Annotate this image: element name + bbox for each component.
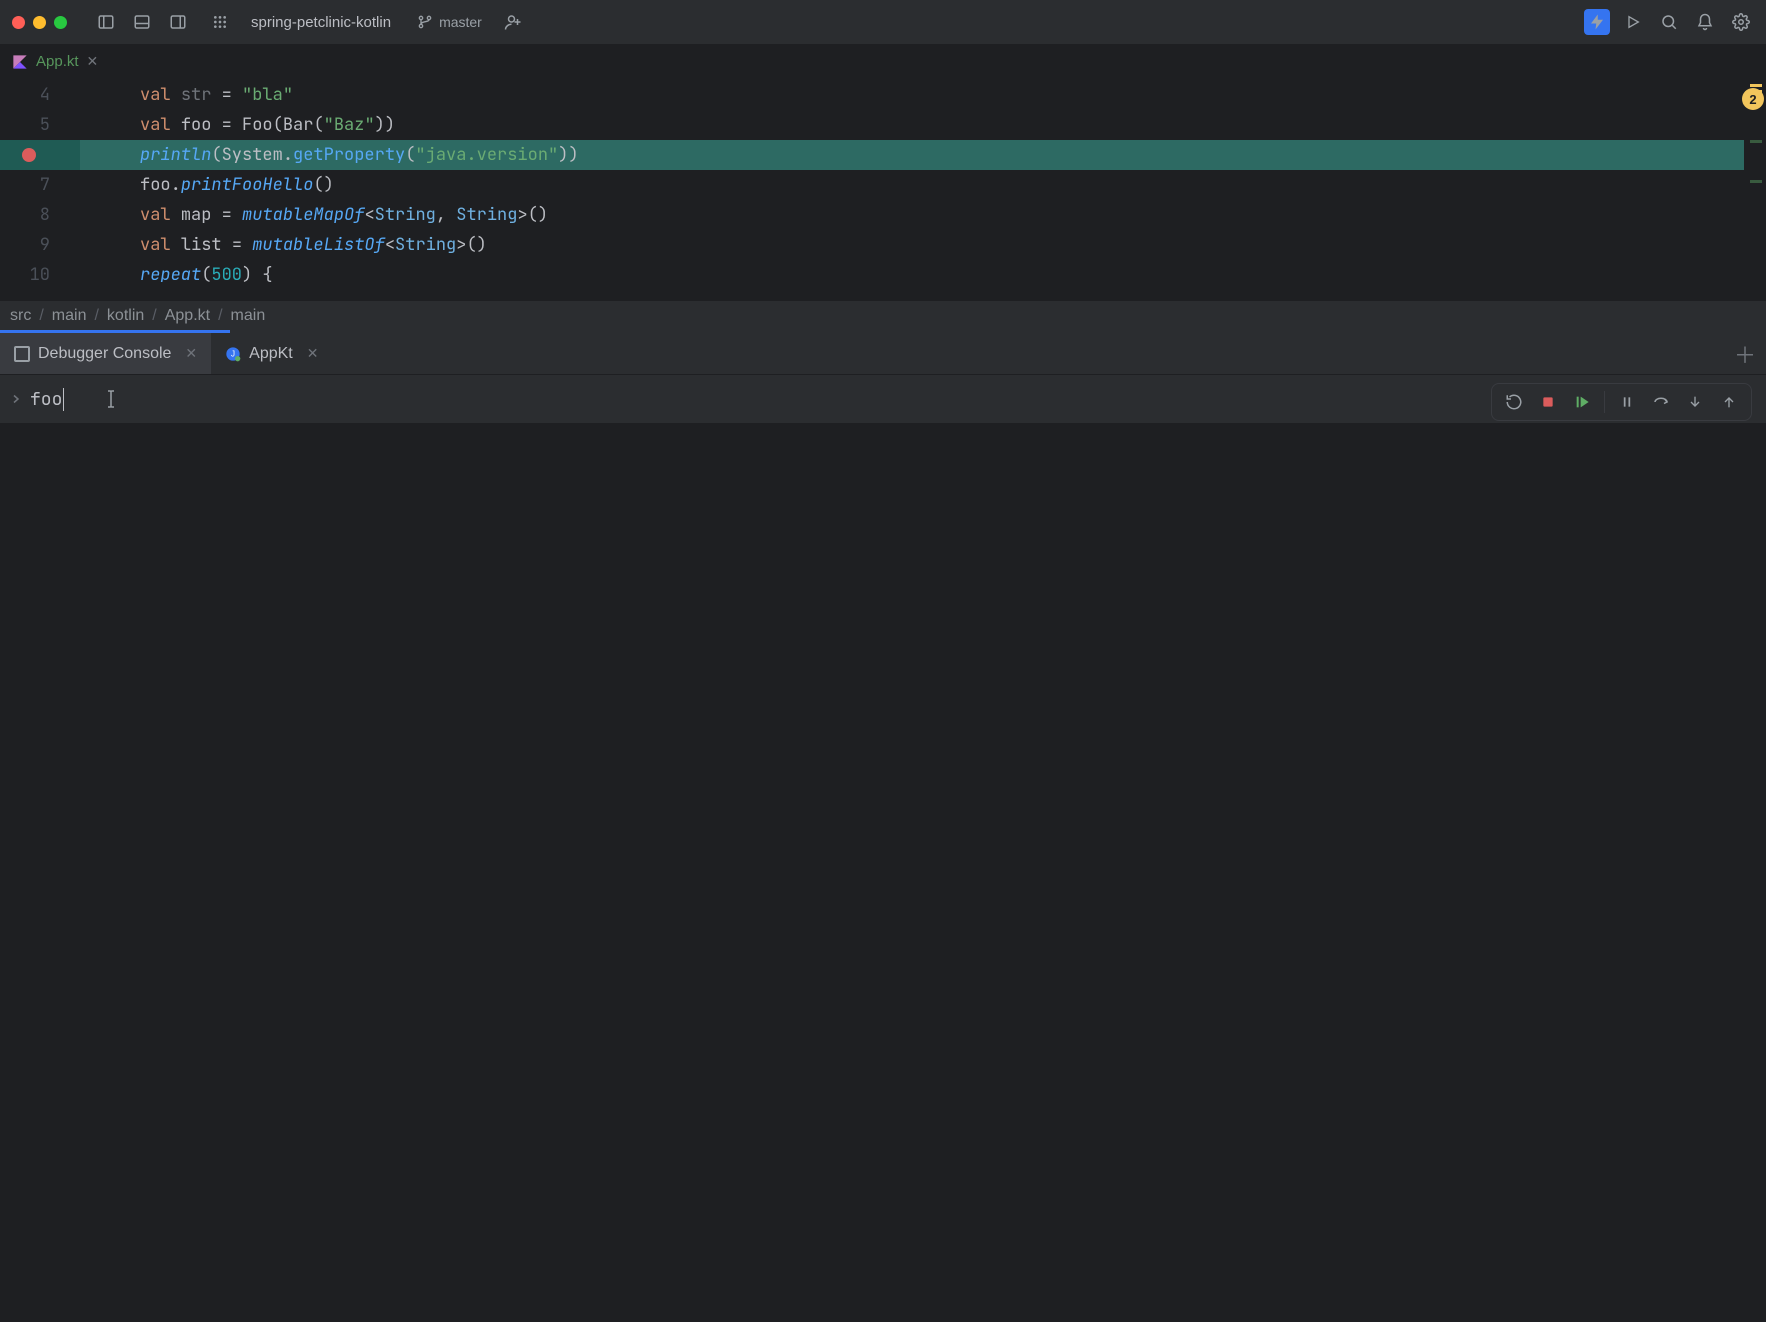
editor-tab-app-kt[interactable]: App.kt ✕ — [0, 44, 111, 79]
breadcrumb-separator: / — [152, 307, 156, 325]
code-line[interactable]: val str = "bla" — [80, 80, 1744, 110]
console-input-text[interactable]: foo — [30, 388, 64, 411]
breadcrumb-separator: / — [218, 307, 222, 325]
run-icon[interactable] — [1620, 9, 1646, 35]
maximize-window-button[interactable] — [54, 16, 67, 29]
breadcrumb-item[interactable]: main — [52, 307, 87, 325]
step-into-button[interactable] — [1681, 388, 1709, 416]
stripe-marker[interactable] — [1750, 140, 1762, 143]
stripe-marker[interactable] — [1750, 84, 1762, 87]
console-prompt-icon — [10, 393, 22, 405]
line-number[interactable]: 8 — [0, 200, 80, 230]
panel-right-toggle-icon[interactable] — [165, 9, 191, 35]
error-stripe[interactable]: 2 — [1746, 80, 1766, 300]
line-number[interactable]: 10 — [0, 260, 80, 290]
code-line[interactable]: val list = mutableListOf<String>() — [80, 230, 1744, 260]
stripe-marker[interactable] — [1750, 180, 1762, 183]
gutter[interactable]: 45 78910 — [0, 80, 80, 290]
panel-tab-label: Debugger Console — [38, 345, 171, 363]
breadcrumb-separator: / — [94, 307, 98, 325]
project-name[interactable]: spring-petclinic-kotlin — [243, 14, 399, 31]
step-over-button[interactable] — [1647, 388, 1675, 416]
window-controls — [12, 16, 67, 29]
tab-appkt[interactable]: J AppKt ✕ — [211, 333, 332, 374]
close-window-button[interactable] — [12, 16, 25, 29]
breakpoint-gutter[interactable] — [0, 140, 80, 170]
debug-toolbar — [1491, 383, 1752, 421]
rerun-button[interactable] — [1500, 388, 1528, 416]
line-number[interactable]: 5 — [0, 110, 80, 140]
svg-text:J: J — [231, 349, 235, 358]
java-class-icon: J — [225, 346, 241, 362]
text-cursor-icon — [104, 388, 118, 410]
console-output-area[interactable] — [0, 423, 1766, 1322]
settings-icon[interactable] — [1728, 9, 1754, 35]
vcs-branch-widget[interactable]: master — [409, 14, 490, 30]
toolbar-separator — [1604, 391, 1605, 413]
ai-assistant-icon[interactable] — [1584, 9, 1610, 35]
breadcrumb-item[interactable]: App.kt — [165, 307, 210, 325]
console-input-row[interactable]: foo — [0, 375, 1766, 423]
panel-tab-label: AppKt — [249, 345, 293, 363]
debugger-console: foo — [0, 375, 1766, 1322]
editor-tabs: App.kt ✕ — [0, 44, 1766, 80]
titlebar: spring-petclinic-kotlin master — [0, 0, 1766, 44]
code-line[interactable]: repeat(500) { — [80, 260, 1744, 290]
search-icon[interactable] — [1656, 9, 1682, 35]
code-line[interactable]: val map = mutableMapOf<String, String>() — [80, 200, 1744, 230]
add-collaborator-icon[interactable] — [500, 9, 526, 35]
code-line[interactable]: println(System.getProperty("java.version… — [80, 140, 1744, 170]
editor[interactable]: 45 78910 val str = "bla"val foo = Foo(Bar… — [0, 80, 1766, 300]
apps-grid-icon[interactable] — [207, 9, 233, 35]
code-line[interactable]: val foo = Foo(Bar("Baz")) — [80, 110, 1744, 140]
panel-icon — [14, 346, 30, 362]
panel-bottom-toggle-icon[interactable] — [129, 9, 155, 35]
close-tab-icon[interactable]: ✕ — [185, 345, 197, 362]
tab-debugger-console[interactable]: Debugger Console ✕ — [0, 333, 211, 374]
breadcrumb-item[interactable]: main — [231, 307, 266, 325]
notifications-icon[interactable] — [1692, 9, 1718, 35]
stripe-marker[interactable] — [1750, 90, 1762, 93]
branch-icon — [417, 14, 433, 30]
minimize-window-button[interactable] — [33, 16, 46, 29]
tool-window-tabs: Debugger Console ✕ J AppKt ✕ ＋ — [0, 333, 1766, 375]
breadcrumb-item[interactable]: src — [10, 307, 31, 325]
code-line[interactable]: foo.printFooHello() — [80, 170, 1744, 200]
panel-left-toggle-icon[interactable] — [93, 9, 119, 35]
close-tab-icon[interactable]: ✕ — [87, 53, 99, 70]
line-number[interactable]: 4 — [0, 80, 80, 110]
add-tab-button[interactable]: ＋ — [1734, 338, 1756, 370]
breadcrumb-item[interactable]: kotlin — [107, 307, 144, 325]
step-out-button[interactable] — [1715, 388, 1743, 416]
line-number[interactable]: 7 — [0, 170, 80, 200]
editor-tab-filename: App.kt — [36, 53, 79, 70]
close-tab-icon[interactable]: ✕ — [307, 345, 319, 362]
branch-name: master — [439, 14, 482, 30]
breadcrumbs[interactable]: src / main / kotlin / App.kt / main — [0, 300, 1766, 330]
pause-button[interactable] — [1613, 388, 1641, 416]
line-number[interactable]: 9 — [0, 230, 80, 260]
kotlin-file-icon — [12, 54, 28, 70]
stop-button[interactable] — [1534, 388, 1562, 416]
code-area[interactable]: val str = "bla"val foo = Foo(Bar("Baz"))… — [80, 80, 1744, 290]
breadcrumb-separator: / — [39, 307, 43, 325]
resume-button[interactable] — [1568, 388, 1596, 416]
